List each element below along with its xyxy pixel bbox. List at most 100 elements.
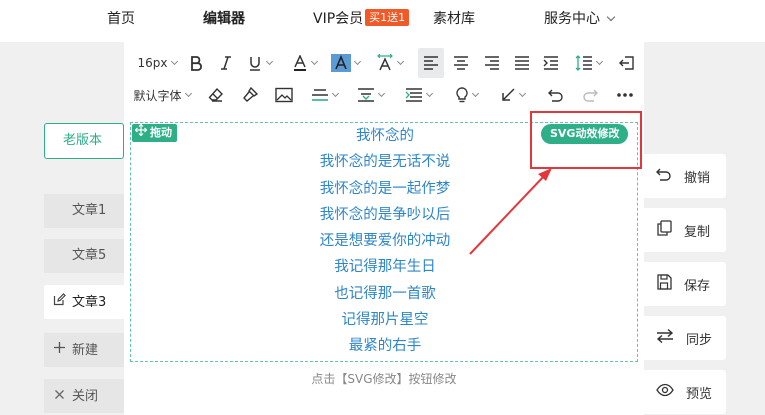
font-size-value: 16px — [137, 56, 168, 70]
align-left-button[interactable] — [418, 48, 444, 78]
poem-line: 我怀念的是无话不说 — [319, 154, 451, 171]
align-right-icon — [484, 56, 500, 70]
sidebar-item-label: 关闭 — [72, 389, 99, 404]
nav-service-label: 服务中心 — [544, 11, 600, 27]
highlight-color-icon — [330, 54, 351, 72]
exit-button[interactable] — [614, 48, 640, 78]
font-family-select[interactable]: 默认字体 — [130, 80, 194, 110]
arrow-tool-button[interactable] — [496, 80, 528, 110]
line-height-button[interactable] — [570, 48, 606, 78]
align-center-button[interactable] — [448, 48, 474, 78]
sidebar-item-label: 文章5 — [72, 248, 107, 263]
eraser-icon — [208, 87, 224, 103]
format-painter-button[interactable] — [238, 80, 262, 110]
line-height-icon — [575, 55, 593, 71]
edit-icon — [52, 285, 66, 319]
nav-vip[interactable]: VIP会员 买1送1 — [313, 0, 410, 38]
clear-format-button[interactable] — [204, 80, 228, 110]
edit-hint: 点击【SVG修改】按钮修改 — [311, 372, 457, 386]
copy-button[interactable]: 复制 — [644, 208, 726, 252]
poem-line: 也记得那一首歌 — [334, 285, 436, 302]
toolbar-row-1: 16px — [124, 48, 644, 78]
indent-button[interactable] — [538, 48, 564, 78]
copy-icon — [656, 220, 684, 240]
lightbulb-button[interactable] — [450, 80, 482, 110]
undo-icon — [548, 88, 564, 102]
undo-button[interactable]: 撤销 — [644, 154, 726, 198]
chevron-down-icon — [396, 57, 404, 66]
sidebar-close-button[interactable]: 关闭 — [44, 379, 124, 413]
top-nav: 首页 编辑器 VIP会员 买1送1 素材库 服务中心 — [0, 0, 765, 42]
preview-button[interactable]: 预览 — [644, 370, 726, 414]
chevron-down-icon — [606, 12, 616, 22]
underline-icon — [247, 55, 263, 71]
svg-content-block[interactable]: 我怀念的 我怀念的是无话不说 我怀念的是一起作梦 我怀念的是争吵以后 还是想要爱… — [130, 122, 638, 362]
letter-spacing-icon — [376, 54, 394, 72]
nav-home[interactable]: 首页 — [107, 0, 135, 38]
save-button[interactable]: 保存 — [644, 262, 726, 306]
insert-image-button[interactable] — [272, 80, 296, 110]
chevron-down-icon — [471, 89, 479, 98]
undo-toolbar-button[interactable] — [544, 80, 568, 110]
chevron-down-icon — [377, 89, 385, 98]
background-color-button[interactable] — [328, 48, 362, 78]
toolbar-row-2: 默认字体 — [124, 80, 644, 110]
align-right-button[interactable] — [479, 48, 505, 78]
more-dots-icon — [617, 93, 633, 97]
lightbulb-icon — [455, 87, 469, 103]
save-label: 保存 — [684, 278, 711, 294]
sidebar-item-label: 文章1 — [72, 203, 107, 218]
paragraph-spacing-button[interactable] — [352, 80, 388, 110]
letter-spacing-button[interactable] — [372, 48, 406, 78]
chevron-down-icon — [595, 57, 603, 66]
sync-label: 同步 — [686, 332, 713, 348]
drag-handle[interactable]: 拖动 — [132, 123, 177, 142]
svg-animation-edit-button[interactable]: SVG动效修改 — [541, 124, 629, 144]
poem-line: 最紧的右手 — [348, 338, 422, 355]
arrow-down-left-icon — [500, 87, 516, 103]
old-version-button[interactable]: 老版本 — [44, 123, 124, 159]
paint-brush-icon — [242, 87, 258, 103]
align-center-icon — [453, 56, 469, 70]
font-size-select[interactable]: 16px — [130, 48, 184, 78]
drag-label: 拖动 — [150, 126, 172, 139]
indent-icon — [543, 56, 559, 70]
font-color-button[interactable] — [288, 48, 320, 78]
nav-service[interactable]: 服务中心 — [544, 0, 616, 38]
sidebar-new-button[interactable]: 新建 — [44, 333, 124, 367]
nav-vip-label: VIP会员 — [313, 11, 364, 27]
redo-icon — [582, 88, 598, 102]
more-button[interactable] — [612, 80, 638, 110]
sidebar-item-label: 文章3 — [72, 295, 107, 310]
chevron-down-icon — [518, 89, 526, 98]
sync-button[interactable]: 同步 — [644, 316, 726, 360]
chevron-down-icon — [353, 57, 361, 66]
paragraph-spacing-icon — [357, 87, 375, 103]
align-left-icon — [423, 56, 439, 70]
poem-text: 我怀念的 我怀念的是无话不说 我怀念的是一起作梦 我怀念的是争吵以后 还是想要爱… — [131, 123, 639, 360]
chevron-down-icon — [310, 57, 318, 66]
bold-button[interactable] — [184, 48, 208, 78]
redo-toolbar-button[interactable] — [578, 80, 602, 110]
bold-icon — [189, 55, 203, 71]
margin-icon — [405, 87, 423, 103]
align-justify-icon — [514, 56, 530, 70]
poem-line: 我记得那年生日 — [334, 259, 436, 276]
chevron-down-icon — [425, 89, 433, 98]
sidebar-item-article5[interactable]: 文章5 — [44, 239, 124, 273]
editor-panel: 16px 默认字体 我怀念的 我怀念的是无话不说 我怀念的是一起作梦 我怀念的是… — [124, 42, 644, 415]
nav-materials[interactable]: 素材库 — [433, 0, 475, 38]
align-justify-button[interactable] — [509, 48, 535, 78]
sidebar-item-article3[interactable]: 文章3 — [44, 285, 124, 319]
sidebar-item-article1[interactable]: 文章1 — [44, 194, 124, 228]
italic-button[interactable] — [214, 48, 238, 78]
divider-button[interactable] — [306, 80, 342, 110]
chevron-down-icon — [184, 89, 192, 98]
page-margin-button[interactable] — [400, 80, 436, 110]
nav-editor[interactable]: 编辑器 — [203, 0, 245, 38]
undo-label: 撤销 — [684, 170, 711, 186]
copy-label: 复制 — [684, 224, 711, 240]
right-gutter — [726, 42, 765, 415]
underline-button[interactable] — [244, 48, 274, 78]
plus-icon — [52, 333, 66, 367]
